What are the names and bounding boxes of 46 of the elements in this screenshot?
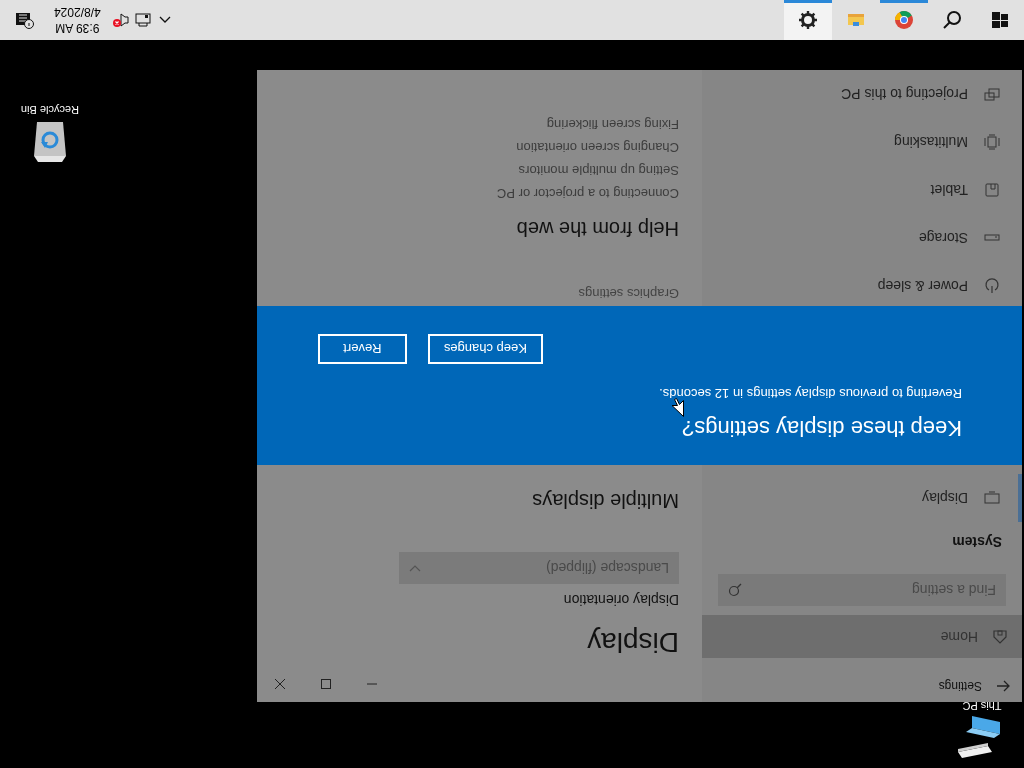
icon-label[interactable]: This PC: [962, 700, 1002, 712]
back-arrow-icon: [996, 679, 1010, 692]
icon-label[interactable]: Recycle Bin: [20, 104, 80, 116]
browser-icon: [894, 10, 914, 30]
search-icon: [942, 10, 962, 30]
search-icon: [728, 583, 742, 597]
mouse-pointer-icon: [672, 398, 684, 417]
maximize-icon[interactable]: [320, 678, 332, 690]
settings-link[interactable]: Graphics settings: [578, 286, 679, 301]
section-heading: System: [951, 534, 1002, 550]
volume-icon[interactable]: [112, 12, 129, 28]
help-link[interactable]: Fixing screen flickering: [496, 117, 679, 132]
chevron-up-icon[interactable]: [158, 16, 171, 24]
dialog-title: Keep these display settings?: [680, 415, 962, 441]
home-nav-item[interactable]: Home: [702, 615, 1022, 659]
power-icon: [984, 278, 1000, 294]
nav-item[interactable]: Display: [702, 474, 1022, 522]
notification-icon[interactable]: [14, 11, 34, 29]
page-heading: Display: [587, 626, 679, 658]
window-title: Settings: [938, 678, 982, 693]
section-heading: Help from the web: [516, 217, 679, 240]
nav-item[interactable]: Tablet: [702, 166, 1022, 214]
nav-item[interactable]: Storage: [702, 214, 1022, 262]
dialog-button[interactable]: Keep changes: [427, 334, 543, 364]
windows-logo-icon: [990, 10, 1010, 30]
network-icon[interactable]: [134, 13, 151, 27]
help-link[interactable]: Changing screen orientation: [496, 140, 679, 155]
dialog-button[interactable]: Revert: [317, 334, 407, 364]
projector-icon: [984, 86, 1000, 102]
settings-icon: [798, 10, 818, 30]
nav-item[interactable]: Multitasking: [702, 118, 1022, 166]
back-button[interactable]: [996, 679, 1010, 692]
tablet-icon: [984, 182, 1000, 198]
help-link[interactable]: Setting up multiple monitors: [496, 163, 679, 178]
dialog-message: Reverting to previous display settings in 12 seconds.: [658, 386, 962, 401]
nav-item[interactable]: Projecting to this PC: [702, 70, 1022, 118]
clock[interactable]: 9:39 AM 4/8/2024: [48, 0, 107, 40]
multitasking-icon: [984, 134, 1000, 150]
chevron-down-icon: [409, 564, 421, 572]
nav-item[interactable]: Power & sleep: [702, 262, 1022, 310]
close-icon[interactable]: [274, 678, 286, 690]
monitor-icon: [984, 490, 1000, 506]
help-link[interactable]: Connecting to a projector or PC: [496, 186, 679, 201]
settings-taskbar-button[interactable]: [784, 0, 832, 40]
field-label: Display orientation: [563, 592, 679, 608]
section-heading: Multiple displays: [532, 489, 679, 512]
